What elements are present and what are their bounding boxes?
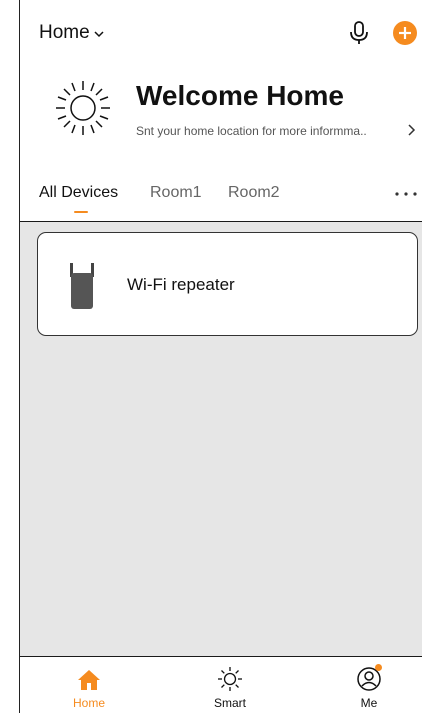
tabbar-me-label: Me bbox=[360, 696, 378, 710]
tabbar-me[interactable]: Me bbox=[329, 657, 409, 714]
tabbar-smart-label: Smart bbox=[213, 696, 246, 710]
add-circle-icon bbox=[399, 27, 411, 39]
chevron-right-icon[interactable] bbox=[407, 123, 417, 137]
sun-icon bbox=[218, 667, 242, 691]
tab-room1[interactable]: Room1 bbox=[150, 184, 202, 202]
device-card[interactable]: Wi-Fi repeater bbox=[37, 232, 418, 336]
notification-dot bbox=[375, 664, 382, 671]
tab-all-devices[interactable]: All Devices bbox=[39, 184, 118, 202]
active-tab-indicator bbox=[74, 211, 88, 213]
room-tabs: All Devices Room1 Room2 bbox=[20, 184, 422, 222]
microphone-icon[interactable] bbox=[347, 20, 371, 46]
app-frame: Home Welcome Home Snt your home location… bbox=[19, 0, 422, 713]
chevron-down-icon bbox=[94, 30, 104, 37]
home-selector[interactable]: Home bbox=[39, 22, 104, 44]
house-icon bbox=[78, 670, 100, 690]
more-dots-icon[interactable] bbox=[393, 190, 419, 198]
tabbar-home[interactable]: Home bbox=[49, 657, 129, 714]
tabbar-home-label: Home bbox=[72, 696, 105, 710]
header: Home Welcome Home Snt your home location… bbox=[20, 0, 422, 222]
tab-room2[interactable]: Room2 bbox=[228, 184, 280, 202]
sun-icon bbox=[56, 81, 110, 135]
home-selector-label: Home bbox=[39, 22, 90, 43]
welcome-title: Welcome Home bbox=[136, 80, 344, 111]
wifi-repeater-icon bbox=[70, 263, 94, 309]
bottom-tab-bar: Home Smart Me bbox=[20, 656, 422, 713]
device-name: Wi-Fi repeater bbox=[127, 275, 235, 294]
device-list: Wi-Fi repeater bbox=[20, 222, 422, 656]
tabbar-smart[interactable]: Smart bbox=[190, 657, 270, 714]
add-button[interactable] bbox=[393, 21, 417, 45]
location-prompt[interactable]: Snt your home location for more informma… bbox=[136, 124, 367, 138]
